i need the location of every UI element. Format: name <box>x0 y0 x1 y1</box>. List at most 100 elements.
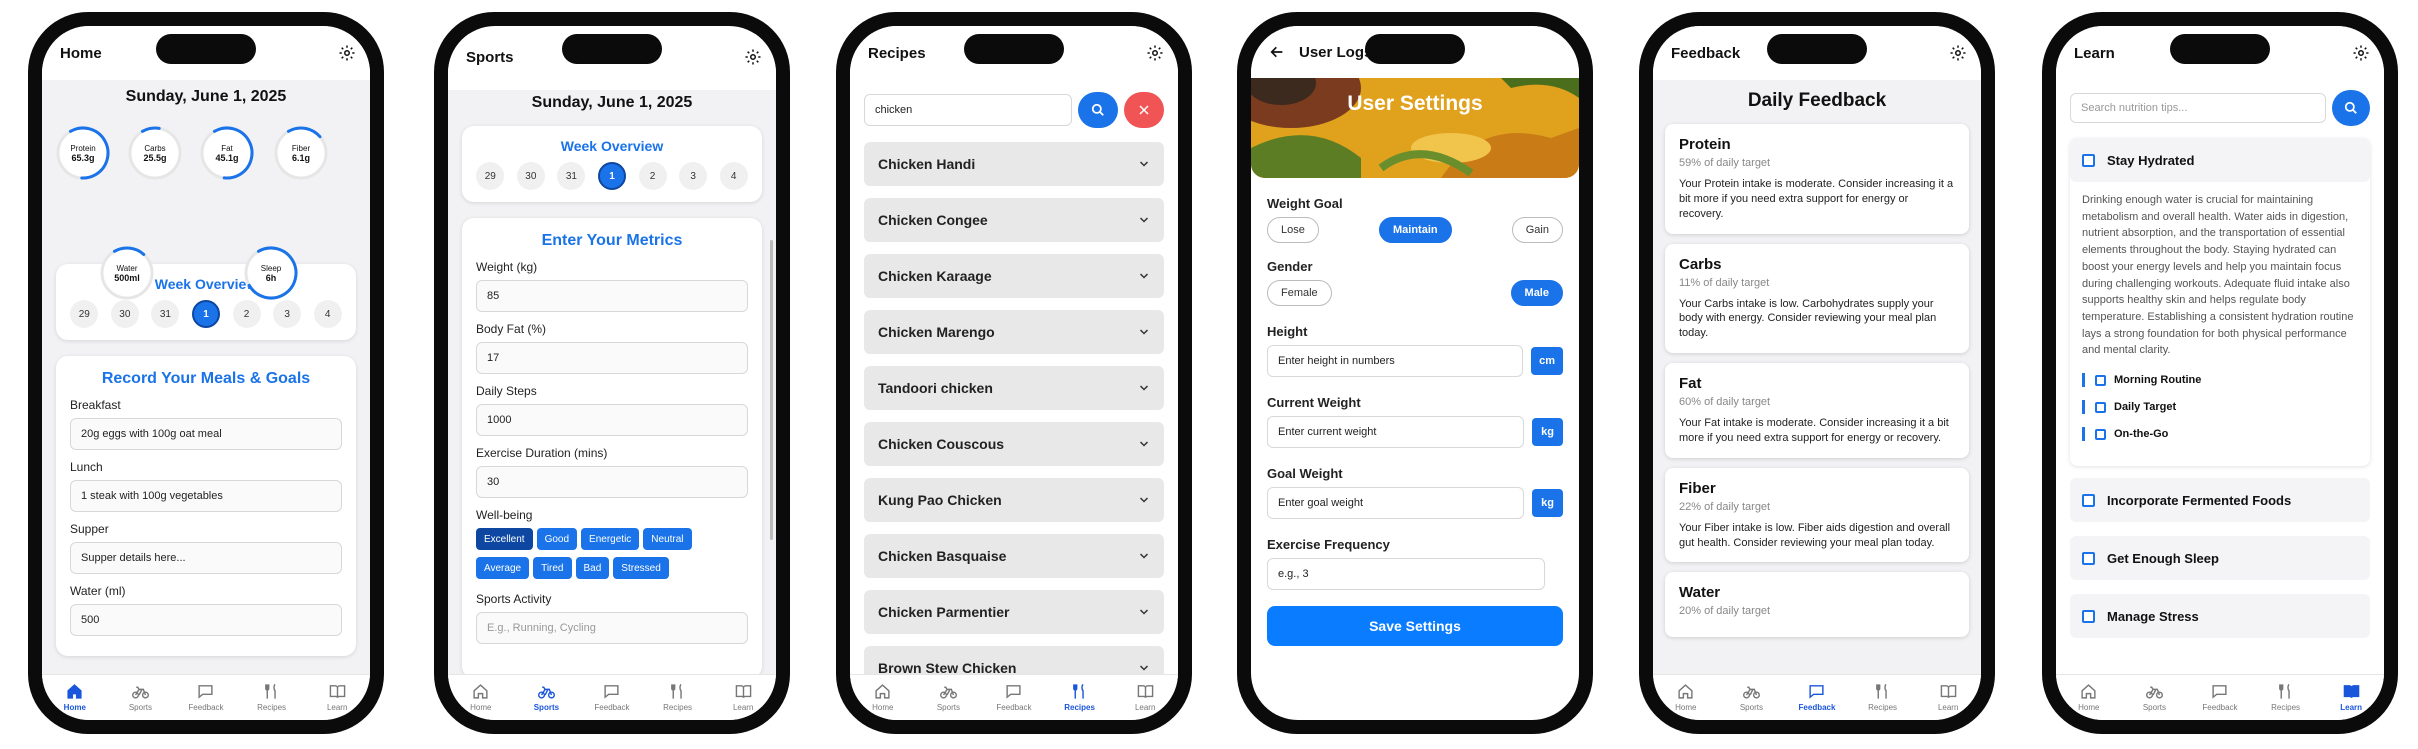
gear-icon[interactable] <box>2352 44 2370 62</box>
tip-item[interactable]: Manage Stress <box>2070 594 2370 639</box>
tab-feedback[interactable]: Feedback <box>988 683 1040 712</box>
meal-input[interactable]: Supper details here... <box>70 542 342 574</box>
tab-home[interactable]: Home <box>49 683 101 712</box>
back-arrow-icon[interactable] <box>1269 44 1285 60</box>
save-settings-button[interactable]: Save Settings <box>1267 606 1563 646</box>
activity-input[interactable]: E.g., Running, Cycling <box>476 612 748 644</box>
search-button[interactable] <box>2332 90 2370 126</box>
day-button[interactable]: 1 <box>191 300 220 328</box>
sub-tip-item[interactable]: Morning Routine <box>2082 373 2370 388</box>
tab-home[interactable]: Home <box>455 683 507 712</box>
weight-goal-option[interactable]: Maintain <box>1378 217 1452 243</box>
search-input[interactable]: chicken <box>864 94 1072 126</box>
tab-feedback[interactable]: Feedback <box>2194 683 2246 712</box>
goal-weight-input[interactable]: Enter goal weight <box>1267 487 1525 519</box>
day-button[interactable]: 30 <box>110 300 139 328</box>
meal-input[interactable]: 20g eggs with 100g oat meal <box>70 418 342 450</box>
gender-option[interactable]: Female <box>1267 280 1332 306</box>
wellbeing-option[interactable]: Neutral <box>643 528 692 550</box>
gear-icon[interactable] <box>744 48 762 66</box>
recipe-item[interactable]: Chicken Basquaise <box>864 534 1164 578</box>
day-button[interactable]: 31 <box>151 300 180 328</box>
tab-sports[interactable]: Sports <box>114 683 166 712</box>
current-weight-unit-button[interactable]: kg <box>1532 418 1563 446</box>
recipe-item[interactable]: Chicken Congee <box>864 198 1164 242</box>
gear-icon[interactable] <box>338 44 356 62</box>
wellbeing-option[interactable]: Stressed <box>613 557 669 579</box>
height-unit-button[interactable]: cm <box>1531 347 1563 375</box>
meal-input[interactable]: 500 <box>70 604 342 636</box>
weight-goal-option[interactable]: Gain <box>1511 217 1563 243</box>
tips-search-input[interactable]: Search nutrition tips... <box>2070 93 2326 123</box>
meal-input[interactable]: 1 steak with 100g vegetables <box>70 480 342 512</box>
recipe-item[interactable]: Kung Pao Chicken <box>864 478 1164 522</box>
tab-recipes[interactable]: Recipes <box>2260 683 2312 712</box>
sub-tip-item[interactable]: Daily Target <box>2082 400 2370 415</box>
day-button[interactable]: 2 <box>232 300 261 328</box>
tab-sports[interactable]: Sports <box>922 683 974 712</box>
tab-recipes[interactable]: Recipes <box>1857 683 1909 712</box>
tip-item[interactable]: Incorporate Fermented Foods <box>2070 478 2370 523</box>
metric-input[interactable]: 17 <box>476 342 748 374</box>
search-button[interactable] <box>1078 92 1118 128</box>
day-button[interactable]: 29 <box>476 162 505 190</box>
day-button[interactable]: 3 <box>273 300 302 328</box>
recipe-item[interactable]: Chicken Karaage <box>864 254 1164 298</box>
tab-feedback[interactable]: Feedback <box>586 683 638 712</box>
tab-sports[interactable]: Sports <box>2128 683 2180 712</box>
recipe-item[interactable]: Chicken Marengo <box>864 310 1164 354</box>
exercise-input[interactable]: e.g., 3 <box>1267 558 1545 590</box>
wellbeing-option[interactable]: Energetic <box>581 528 640 550</box>
day-button[interactable]: 1 <box>597 162 626 190</box>
scrollbar[interactable] <box>770 240 773 540</box>
day-button[interactable]: 30 <box>516 162 545 190</box>
tab-sports[interactable]: Sports <box>520 683 572 712</box>
wellbeing-option[interactable]: Average <box>476 557 530 579</box>
ring-protein: Protein 65.3g <box>56 126 110 180</box>
tip-item[interactable]: Get Enough Sleep <box>2070 536 2370 581</box>
tab-learn[interactable]: Learn <box>717 683 769 712</box>
recipe-item[interactable]: Chicken Couscous <box>864 422 1164 466</box>
tab-learn[interactable]: Learn <box>2325 683 2377 712</box>
tab-home[interactable]: Home <box>857 683 909 712</box>
tab-feedback[interactable]: Feedback <box>180 683 232 712</box>
metric-input[interactable]: 85 <box>476 280 748 312</box>
day-button[interactable]: 3 <box>679 162 708 190</box>
recipe-item[interactable]: Chicken Parmentier <box>864 590 1164 634</box>
recipe-item[interactable]: Chicken Handi <box>864 142 1164 186</box>
day-button[interactable]: 4 <box>719 162 748 190</box>
tab-home[interactable]: Home <box>1660 683 1712 712</box>
day-button[interactable]: 31 <box>557 162 586 190</box>
day-button[interactable]: 2 <box>638 162 667 190</box>
other-tips: Incorporate Fermented Foods Get Enough Sl… <box>2056 478 2384 639</box>
tab-feedback[interactable]: Feedback <box>1791 683 1843 712</box>
tab-sports[interactable]: Sports <box>1725 683 1777 712</box>
weight-goal-option[interactable]: Lose <box>1267 217 1319 243</box>
day-button[interactable]: 29 <box>70 300 99 328</box>
recipe-item[interactable]: Tandoori chicken <box>864 366 1164 410</box>
tab-recipes[interactable]: Recipes <box>246 683 298 712</box>
wellbeing-option[interactable]: Tired <box>533 557 572 579</box>
gender-option[interactable]: Male <box>1510 280 1563 306</box>
tab-recipes[interactable]: Recipes <box>1054 683 1106 712</box>
tip-header-open[interactable]: Stay Hydrated <box>2070 138 2370 182</box>
gear-icon[interactable] <box>1146 44 1164 62</box>
tab-learn[interactable]: Learn <box>1922 683 1974 712</box>
metric-input[interactable]: 30 <box>476 466 748 498</box>
goal-weight-unit-button[interactable]: kg <box>1532 489 1563 517</box>
metric-input[interactable]: 1000 <box>476 404 748 436</box>
tab-learn[interactable]: Learn <box>311 683 363 712</box>
height-input[interactable]: Enter height in numbers <box>1267 345 1524 377</box>
tab-home[interactable]: Home <box>2063 683 2115 712</box>
gear-icon[interactable] <box>1949 44 1967 62</box>
wellbeing-option[interactable]: Good <box>536 528 578 550</box>
tab-learn[interactable]: Learn <box>1119 683 1171 712</box>
recipe-item[interactable]: Brown Stew Chicken <box>864 646 1164 674</box>
clear-button[interactable] <box>1124 92 1164 128</box>
wellbeing-option[interactable]: Excellent <box>476 528 533 550</box>
current-weight-input[interactable]: Enter current weight <box>1267 416 1525 448</box>
sub-tip-item[interactable]: On-the-Go <box>2082 427 2370 442</box>
tab-recipes[interactable]: Recipes <box>652 683 704 712</box>
wellbeing-option[interactable]: Bad <box>575 557 610 579</box>
day-button[interactable]: 4 <box>313 300 342 328</box>
